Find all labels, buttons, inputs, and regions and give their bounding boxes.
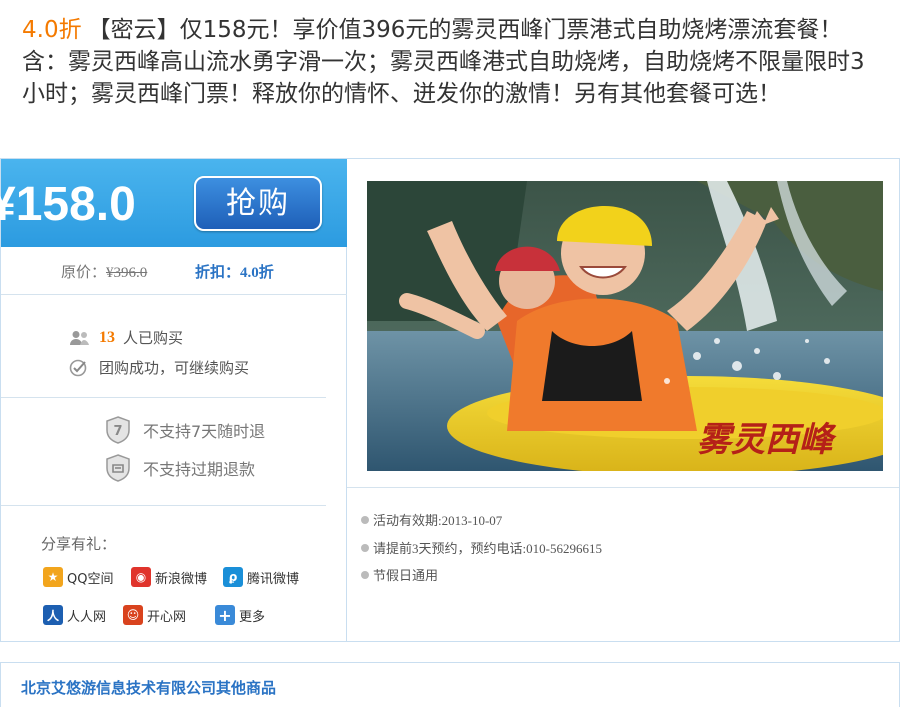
- rafting-photo: 雾灵西峰: [367, 181, 883, 471]
- renren-icon: 人: [43, 605, 63, 625]
- buyers-count-suffix: 人已购买: [123, 329, 184, 347]
- deal-title: 4.0折 【密云】仅158元！享价值396元的雾灵西峰门票港式自助烧烤漂流套餐！含…: [22, 14, 882, 110]
- check-circle-icon: [69, 359, 87, 376]
- deal-title-text: 【密云】仅158元！享价值396元的雾灵西峰门票港式自助烧烤漂流套餐！含：雾灵西…: [22, 17, 865, 107]
- shield-refund-icon: [106, 454, 130, 482]
- discount-rate: 折扣：4.0折: [195, 261, 274, 282]
- deal-discount-label: 4.0折: [22, 17, 82, 43]
- info-booking: 请提前3天预约，预约电话:010-56296615: [361, 538, 602, 557]
- svg-text:7: 7: [113, 424, 122, 439]
- bullet-icon: [361, 515, 369, 524]
- deal-details: 活动有效期:2013-10-07 请提前3天预约，预约电话:010-562966…: [347, 487, 899, 641]
- deal-status-text: 团购成功，可继续购买: [99, 359, 250, 377]
- original-price-label: 原价：: [61, 265, 107, 281]
- original-price: 原价：¥396.0: [61, 261, 147, 282]
- divider: [1, 505, 326, 506]
- share-label: 新浪微博: [155, 571, 208, 587]
- buyers-count-value: 13: [99, 328, 115, 346]
- people-icon: [70, 330, 89, 345]
- original-price-value: ¥396.0: [106, 265, 148, 281]
- photo-caption: 雾灵西峰: [697, 420, 837, 460]
- info-holiday: 节假日通用: [361, 565, 438, 584]
- policy-text: 不支持过期退款: [143, 460, 256, 479]
- deal-status: 团购成功，可继续购买: [69, 357, 249, 378]
- discount-rate-label: 折扣：: [195, 265, 241, 281]
- price-bar: ¥158.0 抢购: [0, 159, 347, 247]
- shield-7-icon: 7: [106, 416, 130, 444]
- bullet-icon: [361, 543, 369, 552]
- info-text: 请提前3天预约，预约电话:010-56296615: [373, 541, 602, 556]
- info-validity: 活动有效期:2013-10-07: [361, 510, 502, 529]
- price-info: 原价：¥396.0 折扣：4.0折: [1, 247, 347, 295]
- tencent-weibo-icon: ϼ: [223, 567, 243, 587]
- bullet-icon: [361, 570, 369, 579]
- share-tencent-weibo[interactable]: ϼ 腾讯微博: [223, 567, 299, 587]
- share-label: 腾讯微博: [247, 571, 300, 587]
- deal-photo: 雾灵西峰: [367, 181, 883, 471]
- share-qzone[interactable]: ★ QQ空间: [43, 567, 113, 587]
- current-price: ¥158.0: [0, 177, 136, 232]
- buy-button[interactable]: 抢购: [194, 176, 322, 231]
- current-price-value: 158.0: [15, 178, 136, 231]
- buyers-count: 13 人已购买: [69, 327, 183, 348]
- info-text: 活动有效期:2013-10-07: [373, 513, 503, 528]
- share-title: 分享有礼：: [41, 535, 117, 553]
- share-label: 更多: [239, 609, 266, 625]
- share-label: 人人网: [67, 609, 107, 625]
- deal-panel: ¥158.0 抢购 原价：¥396.0 折扣：4.0折 13 人已购买 团购成功…: [0, 158, 900, 642]
- share-label: 开心网: [147, 609, 187, 625]
- company-bar: 北京艾悠游信息技术有限公司其他商品: [0, 662, 900, 707]
- policy-text: 不支持7天随时退: [143, 422, 266, 441]
- share-more[interactable]: + 更多: [215, 605, 265, 625]
- policy-no-expiry-refund: 不支持过期退款: [103, 453, 255, 483]
- share-renren[interactable]: 人 人人网: [43, 605, 106, 625]
- share-weibo[interactable]: ◉ 新浪微博: [131, 567, 207, 587]
- deal-sidebar: ¥158.0 抢购 原价：¥396.0 折扣：4.0折 13 人已购买 团购成功…: [0, 159, 347, 641]
- company-other-products-link[interactable]: 北京艾悠游信息技术有限公司其他商品: [21, 677, 276, 698]
- qzone-icon: ★: [43, 567, 63, 587]
- policy-no-7day-refund: 7 不支持7天随时退: [103, 415, 265, 445]
- plus-icon: +: [215, 605, 235, 625]
- divider: [1, 397, 326, 398]
- currency-symbol: ¥: [0, 178, 16, 231]
- discount-rate-value: 4.0折: [240, 265, 274, 281]
- share-kaixin[interactable]: ☺ 开心网: [123, 605, 186, 625]
- weibo-icon: ◉: [131, 567, 151, 587]
- share-label: QQ空间: [67, 571, 114, 587]
- info-text: 节假日通用: [373, 568, 439, 583]
- kaixin-icon: ☺: [123, 605, 143, 625]
